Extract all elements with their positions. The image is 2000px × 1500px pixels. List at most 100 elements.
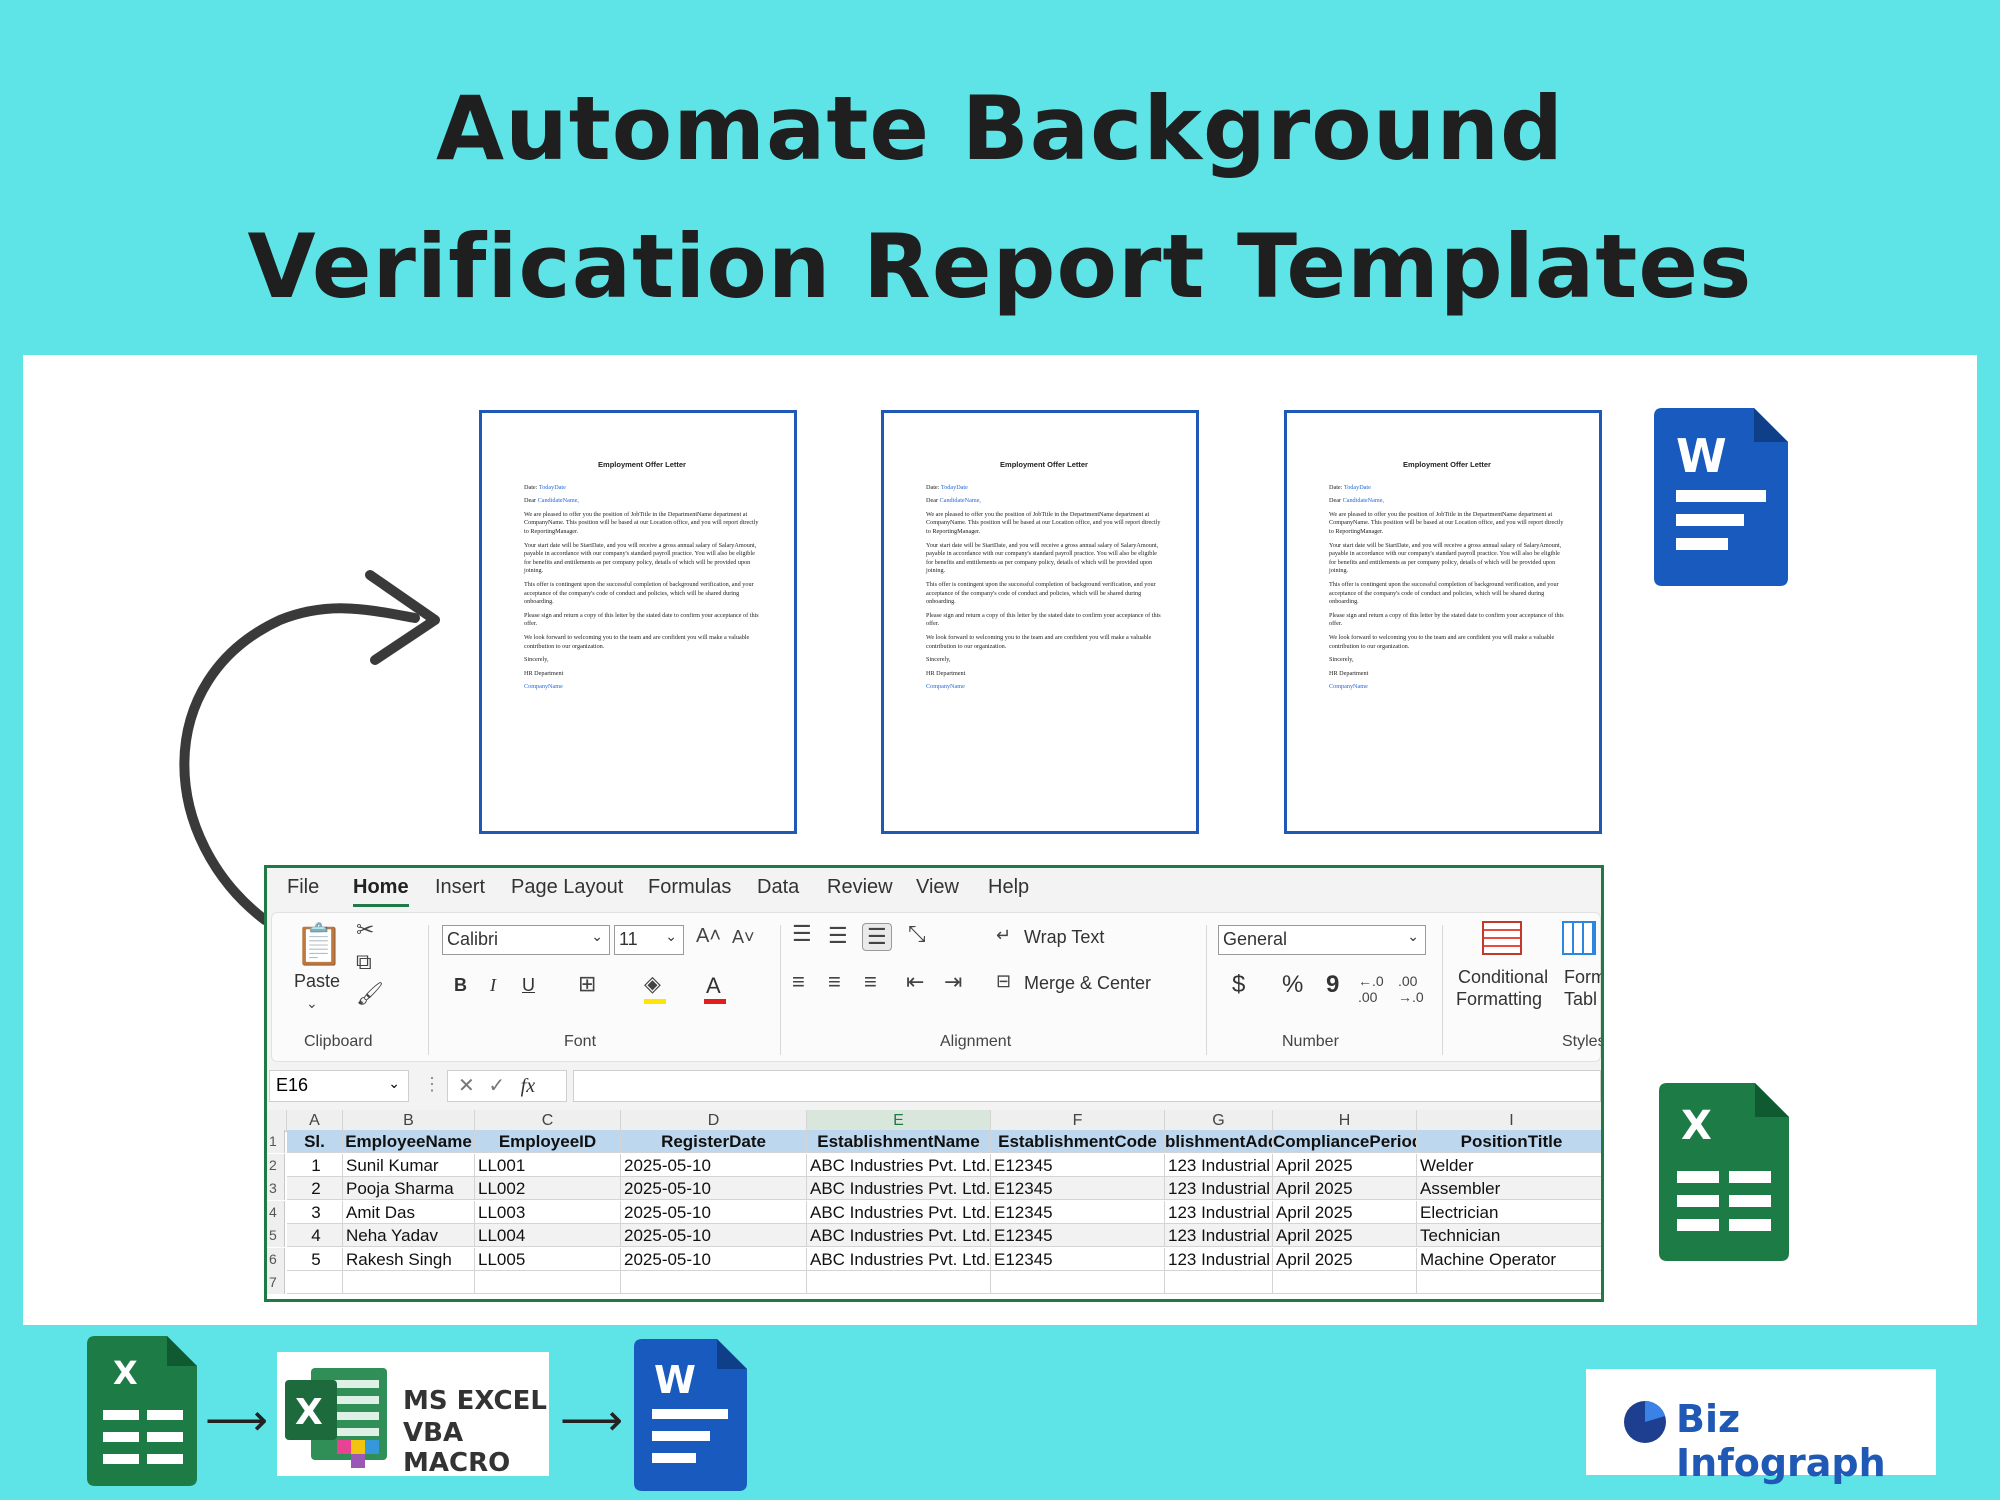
merge-center-icon[interactable]: ⊟ (996, 971, 1011, 992)
table-cell[interactable]: 123 Industrial (1165, 1224, 1273, 1247)
percent-button[interactable]: % (1282, 971, 1303, 999)
column-header[interactable]: E (807, 1110, 991, 1132)
table-cell[interactable]: ABC Industries Pvt. Ltd. (807, 1224, 991, 1247)
conditional-formatting-label-2[interactable]: Formatting (1456, 989, 1542, 1010)
format-as-table-label-1[interactable]: Form (1564, 967, 1601, 988)
paste-button[interactable]: Paste (294, 971, 340, 992)
cut-icon[interactable]: ✂ (356, 917, 374, 943)
column-header[interactable]: A (287, 1110, 343, 1132)
table-cell[interactable]: Neha Yadav (343, 1224, 475, 1247)
table-cell[interactable] (991, 1271, 1165, 1294)
column-header[interactable]: F (991, 1110, 1165, 1132)
column-header[interactable]: D (621, 1110, 807, 1132)
conditional-formatting-icon[interactable] (1482, 921, 1522, 955)
underline-button[interactable]: U (522, 975, 535, 996)
currency-button[interactable]: $ (1232, 971, 1245, 999)
table-cell[interactable]: April 2025 (1273, 1224, 1417, 1247)
align-top-icon[interactable]: ☰ (792, 921, 812, 947)
row-header[interactable]: 4 (267, 1200, 285, 1224)
format-painter-icon[interactable]: 🖌 (356, 981, 384, 1007)
table-cell[interactable]: 2025-05-10 (621, 1200, 807, 1224)
table-cell[interactable] (343, 1271, 475, 1294)
table-cell[interactable]: 2025-05-10 (621, 1153, 807, 1177)
table-cell[interactable]: LL002 (475, 1177, 621, 1200)
italic-button[interactable]: I (490, 975, 496, 996)
cancel-icon[interactable]: ✕ (458, 1075, 475, 1097)
table-cell[interactable]: 123 Industrial (1165, 1247, 1273, 1271)
font-color-icon[interactable]: A (706, 973, 721, 999)
table-cell[interactable]: 123 Industrial (1165, 1177, 1273, 1200)
table-header-cell[interactable]: Sl. (287, 1130, 343, 1153)
table-cell[interactable]: Welder (1417, 1154, 1601, 1177)
table-cell[interactable]: April 2025 (1273, 1200, 1417, 1224)
table-cell[interactable]: April 2025 (1273, 1247, 1417, 1271)
table-header-cell[interactable]: EstablishmentCode (991, 1130, 1165, 1153)
increase-indent-icon[interactable]: ⇥ (944, 969, 962, 995)
tab-home[interactable]: Home (353, 876, 409, 907)
table-cell[interactable]: 2025-05-10 (621, 1247, 807, 1271)
column-header[interactable]: I (1417, 1110, 1601, 1132)
row-header[interactable]: 5 (267, 1224, 285, 1247)
table-header-cell[interactable]: EmployeeName (343, 1130, 475, 1153)
row-header[interactable]: 3 (267, 1177, 285, 1200)
tab-file[interactable]: File (287, 876, 319, 899)
number-format-select[interactable]: General ⌄ (1218, 925, 1426, 955)
table-cell[interactable]: 2025-05-10 (621, 1177, 807, 1200)
table-cell[interactable]: E12345 (991, 1224, 1165, 1247)
table-cell[interactable] (475, 1271, 621, 1294)
table-cell[interactable] (1417, 1271, 1601, 1294)
font-size-select[interactable]: 11 ⌄ (614, 925, 684, 955)
table-cell[interactable]: Amit Das (343, 1200, 475, 1224)
table-cell[interactable]: E12345 (991, 1247, 1165, 1271)
column-header[interactable]: H (1273, 1110, 1417, 1132)
wrap-text-icon[interactable]: ↵ (996, 925, 1011, 946)
copy-icon[interactable]: ⧉ (356, 949, 372, 975)
table-cell[interactable]: E12345 (991, 1153, 1165, 1177)
table-cell[interactable]: 123 Industrial (1165, 1200, 1273, 1224)
increase-decimal-icon[interactable]: ←.0.00 (1358, 973, 1384, 1005)
decrease-indent-icon[interactable]: ⇤ (906, 969, 924, 995)
decrease-decimal-icon[interactable]: .00 →.0 (1398, 973, 1424, 1005)
table-cell[interactable]: 3 (287, 1200, 343, 1224)
insert-function-button[interactable]: fx (521, 1075, 535, 1097)
row-header[interactable]: 2 (267, 1153, 285, 1177)
table-cell[interactable]: LL001 (475, 1153, 621, 1177)
table-header-cell[interactable]: CompliancePeriod (1273, 1130, 1417, 1153)
table-header-cell[interactable]: EmployeeID (475, 1130, 621, 1153)
format-as-table-label-2[interactable]: Tabl (1564, 989, 1597, 1010)
tab-data[interactable]: Data (757, 876, 799, 899)
table-cell[interactable]: 1 (287, 1153, 343, 1177)
row-header[interactable]: 7 (267, 1271, 285, 1294)
font-name-select[interactable]: Calibri ⌄ (442, 925, 610, 955)
more-icon[interactable]: ⋮ (423, 1074, 441, 1095)
row-header[interactable]: 1 (267, 1130, 285, 1153)
chevron-down-icon[interactable]: ⌄ (306, 995, 318, 1012)
enter-icon[interactable]: ✓ (488, 1075, 505, 1097)
formula-input[interactable] (573, 1070, 1601, 1102)
decrease-font-icon[interactable]: A˅ (732, 927, 755, 948)
table-cell[interactable] (1165, 1271, 1273, 1294)
table-header-cell[interactable]: EstablishmentName (807, 1130, 991, 1153)
table-cell[interactable]: LL005 (475, 1247, 621, 1271)
orientation-icon[interactable]: ⤡ (908, 921, 926, 947)
tab-help[interactable]: Help (988, 876, 1029, 899)
table-cell[interactable] (807, 1271, 991, 1294)
column-header[interactable]: G (1165, 1110, 1273, 1132)
align-right-icon[interactable]: ≡ (864, 969, 877, 995)
table-cell[interactable] (287, 1271, 343, 1294)
table-cell[interactable]: ABC Industries Pvt. Ltd. (807, 1200, 991, 1224)
table-cell[interactable]: ABC Industries Pvt. Ltd. (807, 1177, 991, 1200)
table-cell[interactable] (1273, 1271, 1417, 1294)
merge-center-button[interactable]: Merge & Center (1024, 973, 1151, 994)
table-cell[interactable]: Electrician (1417, 1201, 1601, 1224)
table-header-cell[interactable]: PositionTitle (1417, 1130, 1601, 1153)
table-header-cell[interactable]: RegisterDate (621, 1130, 807, 1153)
table-cell[interactable]: E12345 (991, 1177, 1165, 1200)
table-cell[interactable]: 4 (287, 1224, 343, 1247)
tab-insert[interactable]: Insert (435, 876, 485, 899)
tab-formulas[interactable]: Formulas (648, 876, 731, 899)
conditional-formatting-label-1[interactable]: Conditional (1458, 967, 1548, 988)
table-cell[interactable]: E12345 (991, 1200, 1165, 1224)
table-cell[interactable]: ABC Industries Pvt. Ltd. (807, 1247, 991, 1271)
table-cell[interactable]: Technician (1417, 1224, 1601, 1247)
